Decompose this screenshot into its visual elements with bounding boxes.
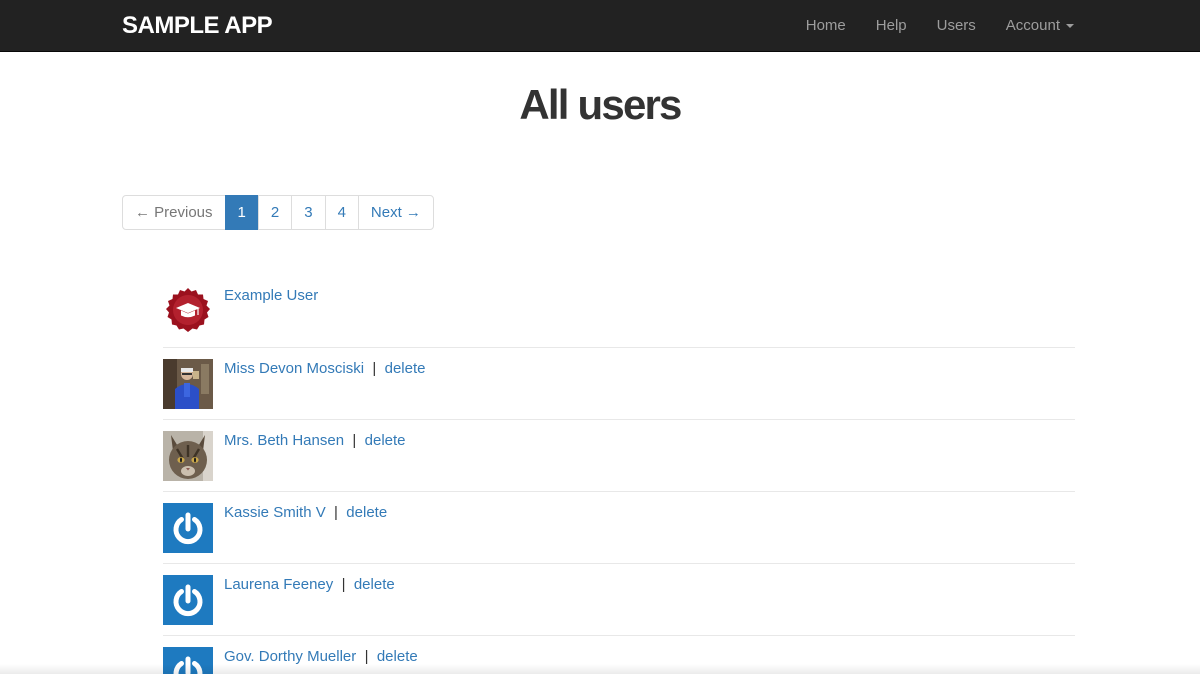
nav-menu: Home Help Users Account bbox=[806, 0, 1074, 52]
separator: | bbox=[348, 432, 361, 449]
pagination-page-1[interactable]: 1 bbox=[224, 195, 259, 230]
separator: | bbox=[360, 648, 373, 665]
nav-account-label: Account bbox=[1005, 17, 1060, 34]
list-item: Miss Devon Mosciski | delete bbox=[163, 347, 1075, 419]
user-name-link[interactable]: Mrs. Beth Hansen bbox=[224, 432, 344, 449]
photo-cat-icon[interactable] bbox=[163, 431, 213, 481]
navbar: SAMPLE APP Home Help Users Account bbox=[0, 0, 1200, 52]
separator: | bbox=[368, 360, 381, 377]
nav-help[interactable]: Help bbox=[876, 16, 907, 36]
pagination-next[interactable]: Next → bbox=[357, 195, 434, 230]
user-name-link[interactable]: Kassie Smith V bbox=[224, 504, 326, 521]
user-name-link[interactable]: Miss Devon Mosciski bbox=[224, 360, 364, 377]
separator: | bbox=[329, 504, 343, 521]
user-name-link[interactable]: Laurena Feeney bbox=[224, 576, 333, 593]
pagination: ← Previous 1 2 3 4 Next → bbox=[122, 195, 434, 230]
user-name-link[interactable]: Gov. Dorthy Mueller bbox=[224, 648, 356, 665]
pagination-page-2[interactable]: 2 bbox=[257, 195, 293, 230]
user-list: Example User Miss Devon Mosciski | delet… bbox=[163, 275, 1075, 674]
list-item: Laurena Feeney | delete bbox=[163, 563, 1075, 635]
delete-link[interactable]: delete bbox=[377, 648, 418, 665]
delete-link[interactable]: delete bbox=[354, 576, 395, 593]
separator: | bbox=[337, 576, 350, 593]
delete-link[interactable]: delete bbox=[385, 360, 426, 377]
nav-home[interactable]: Home bbox=[806, 16, 846, 36]
delete-link[interactable]: delete bbox=[346, 504, 387, 521]
pagination-previous[interactable]: ← Previous bbox=[122, 195, 226, 230]
caret-down-icon bbox=[1066, 24, 1074, 28]
user-name-link[interactable]: Example User bbox=[224, 287, 318, 304]
list-item: Kassie Smith V | delete bbox=[163, 491, 1075, 563]
power-icon[interactable] bbox=[163, 503, 213, 553]
page-title: All users bbox=[519, 81, 682, 128]
pagination-page-4[interactable]: 4 bbox=[324, 195, 359, 230]
pagination-page-3[interactable]: 3 bbox=[291, 195, 326, 230]
bottom-fade bbox=[0, 664, 1200, 674]
brand-logo[interactable]: SAMPLE APP bbox=[122, 12, 273, 40]
list-item: Example User bbox=[163, 275, 1075, 347]
nav-account[interactable]: Account bbox=[1006, 16, 1074, 36]
nav-users[interactable]: Users bbox=[937, 16, 976, 36]
badge-icon[interactable] bbox=[163, 286, 213, 336]
delete-link[interactable]: delete bbox=[365, 432, 406, 449]
power-icon[interactable] bbox=[163, 575, 213, 625]
list-item: Mrs. Beth Hansen | delete bbox=[163, 419, 1075, 491]
photo-person-icon[interactable] bbox=[163, 359, 213, 409]
